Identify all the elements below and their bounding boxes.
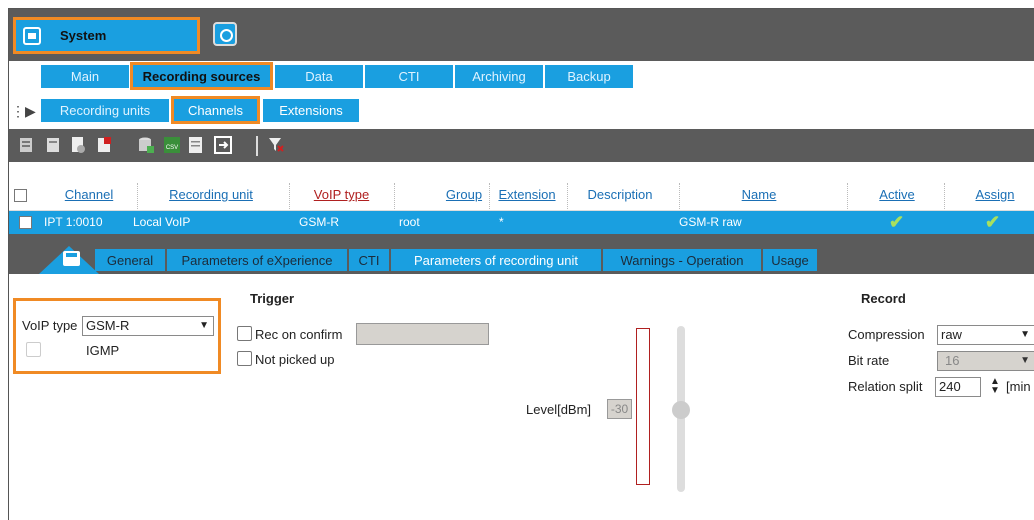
col-separator bbox=[944, 183, 945, 209]
sub-tabs: ⋮▶ Recording units Channels Extensions bbox=[9, 96, 1034, 127]
igmp-label: IGMP bbox=[86, 343, 120, 358]
col-separator bbox=[289, 183, 290, 209]
rec-on-confirm-checkbox[interactable] bbox=[237, 326, 252, 341]
relation-split-unit: [min bbox=[1006, 379, 1031, 394]
svg-text:CSV: CSV bbox=[166, 145, 178, 151]
bit-rate-select[interactable]: 16 ▼ bbox=[937, 351, 1034, 371]
detail-tabs: General Parameters of eXperience CTI Par… bbox=[9, 234, 1034, 274]
col-separator bbox=[394, 183, 395, 209]
app-window: System Main Recording sources Data CTI A… bbox=[8, 8, 1034, 520]
col-recording-unit[interactable]: Recording unit bbox=[151, 187, 271, 202]
spinner-icon[interactable]: ▲ ▼ bbox=[990, 377, 1000, 396]
relation-split-input[interactable]: 240 bbox=[935, 377, 981, 397]
tab-parameters-experience[interactable]: Parameters of eXperience bbox=[167, 249, 347, 271]
grid-header: Channel Recording unit VoIP type Group E… bbox=[9, 181, 1034, 211]
col-extension[interactable]: Extension bbox=[492, 187, 562, 202]
assign-check-icon: ✔ bbox=[985, 212, 1001, 232]
not-picked-up-label: Not picked up bbox=[255, 352, 335, 367]
database-export-icon[interactable] bbox=[137, 136, 155, 154]
delete-record-icon[interactable] bbox=[95, 136, 113, 154]
compression-select[interactable]: raw ▼ bbox=[937, 325, 1034, 345]
server-copy-icon[interactable] bbox=[44, 136, 62, 154]
voip-type-value: GSM-R bbox=[86, 318, 130, 333]
filter-clear-icon[interactable] bbox=[267, 136, 285, 154]
main-tabs: Main Recording sources Data CTI Archivin… bbox=[9, 62, 1034, 93]
chevron-down-icon: ▼ bbox=[199, 320, 209, 331]
tab-extensions[interactable]: Extensions bbox=[263, 99, 359, 122]
tab-backup[interactable]: Backup bbox=[545, 65, 633, 88]
row-checkbox[interactable] bbox=[19, 216, 32, 229]
cell-channel: IPT 1:0010 bbox=[44, 215, 103, 229]
server-add-icon[interactable] bbox=[17, 136, 35, 154]
rec-on-confirm-field[interactable] bbox=[356, 323, 489, 345]
expand-arrow-icon[interactable]: ⋮▶ bbox=[11, 103, 36, 120]
top-bar: System bbox=[9, 9, 1034, 61]
col-separator bbox=[137, 183, 138, 209]
cell-voip-type: GSM-R bbox=[299, 215, 339, 229]
export-icon[interactable] bbox=[214, 136, 232, 154]
compression-value: raw bbox=[941, 327, 962, 342]
system-button[interactable]: System bbox=[13, 17, 200, 54]
tab-cti-detail[interactable]: CTI bbox=[349, 249, 389, 271]
col-voip-type[interactable]: VoIP type bbox=[299, 187, 384, 202]
col-separator bbox=[679, 183, 680, 209]
save-icon[interactable] bbox=[63, 251, 80, 266]
voip-highlight-box: VoIP type GSM-R ▼ IGMP bbox=[13, 298, 221, 374]
tab-archiving[interactable]: Archiving bbox=[455, 65, 543, 88]
monitor-icon[interactable] bbox=[213, 22, 237, 46]
compression-label: Compression bbox=[848, 327, 925, 342]
level-label: Level[dBm] bbox=[526, 402, 592, 417]
cell-recording-unit: Local VoIP bbox=[133, 215, 191, 229]
bit-rate-label: Bit rate bbox=[848, 353, 890, 368]
voip-type-label: VoIP type bbox=[22, 318, 78, 333]
col-group[interactable]: Group bbox=[434, 187, 494, 202]
chevron-down-icon: ▼ bbox=[1020, 329, 1030, 340]
level-slider-handle[interactable] bbox=[672, 401, 690, 419]
col-active[interactable]: Active bbox=[865, 187, 929, 202]
chevron-down-icon: ▼ bbox=[1020, 355, 1030, 366]
trigger-title: Trigger bbox=[250, 291, 295, 306]
col-separator bbox=[847, 183, 848, 209]
col-description[interactable]: Description bbox=[575, 187, 665, 202]
tab-general[interactable]: General bbox=[95, 249, 165, 271]
rec-on-confirm-label: Rec on confirm bbox=[255, 327, 343, 342]
document-settings-icon[interactable] bbox=[69, 136, 87, 154]
tab-warnings-operation[interactable]: Warnings - Operation bbox=[603, 249, 761, 271]
cell-extension: * bbox=[499, 215, 504, 229]
level-meter bbox=[636, 328, 650, 485]
not-picked-up-checkbox[interactable] bbox=[237, 351, 252, 366]
tab-recording-sources[interactable]: Recording sources bbox=[130, 62, 273, 90]
col-separator bbox=[489, 183, 490, 209]
col-channel[interactable]: Channel bbox=[49, 187, 129, 202]
cell-name: GSM-R raw bbox=[679, 215, 742, 229]
relation-split-label: Relation split bbox=[848, 379, 923, 394]
tab-cti[interactable]: CTI bbox=[365, 65, 453, 88]
detail-panel: Trigger Record VoIP type GSM-R ▼ IGMP Re… bbox=[9, 274, 1034, 520]
tab-usage[interactable]: Usage bbox=[763, 249, 817, 271]
tab-data[interactable]: Data bbox=[275, 65, 363, 88]
tab-parameters-recording-unit[interactable]: Parameters of recording unit bbox=[391, 249, 601, 271]
col-assign[interactable]: Assign bbox=[965, 187, 1025, 202]
voip-type-select[interactable]: GSM-R ▼ bbox=[82, 316, 214, 336]
level-value: -30 bbox=[607, 399, 632, 419]
igmp-checkbox[interactable] bbox=[26, 342, 41, 357]
record-title: Record bbox=[861, 291, 906, 306]
toolbar-separator bbox=[256, 136, 258, 156]
cell-group: root bbox=[399, 215, 420, 229]
select-all-checkbox[interactable] bbox=[14, 189, 27, 202]
tab-recording-units[interactable]: Recording units bbox=[41, 99, 169, 122]
system-label: System bbox=[60, 28, 107, 43]
toolbar: CSV bbox=[9, 129, 1034, 162]
tab-channels[interactable]: Channels bbox=[171, 96, 260, 124]
col-separator bbox=[567, 183, 568, 209]
active-check-icon: ✔ bbox=[889, 212, 905, 232]
document-list-icon[interactable] bbox=[187, 136, 205, 154]
tab-main[interactable]: Main bbox=[41, 65, 129, 88]
table-row[interactable]: IPT 1:0010 Local VoIP GSM-R root * GSM-R… bbox=[9, 211, 1034, 234]
system-icon bbox=[23, 26, 41, 45]
bit-rate-value: 16 bbox=[945, 353, 960, 368]
col-name[interactable]: Name bbox=[709, 187, 809, 202]
relation-split-value: 240 bbox=[939, 379, 961, 394]
csv-export-icon[interactable]: CSV bbox=[163, 136, 181, 154]
